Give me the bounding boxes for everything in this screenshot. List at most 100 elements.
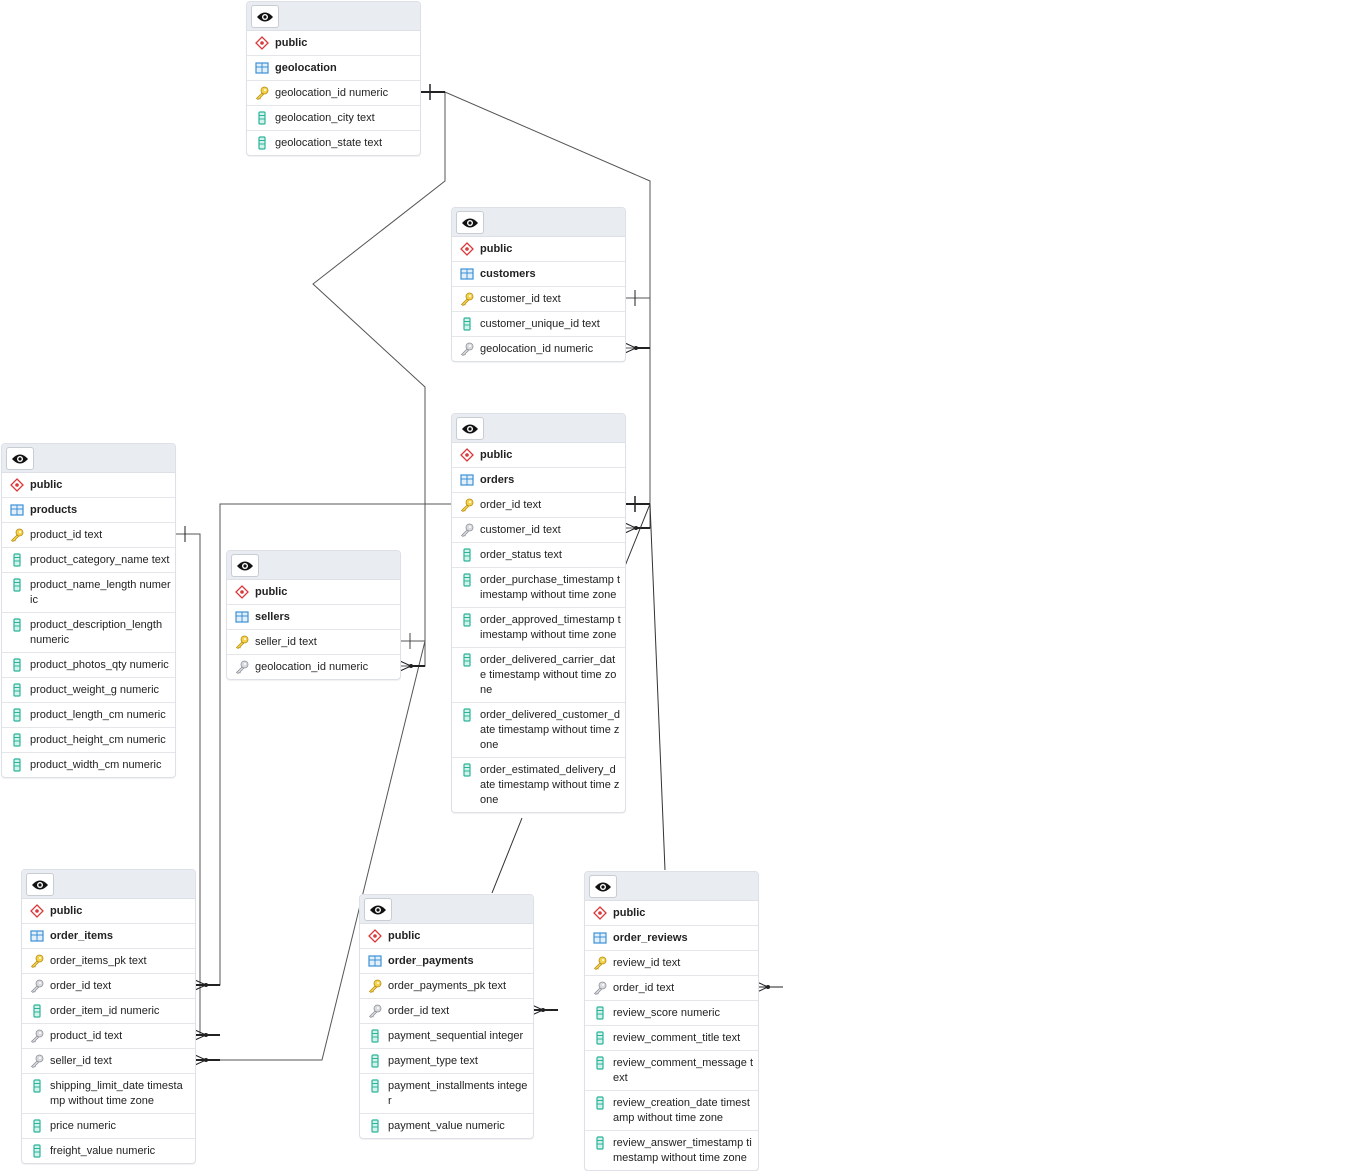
column-row[interactable]: geolocation_id numeric (227, 655, 400, 679)
schema-name[interactable]: public (22, 899, 195, 924)
eye-icon (594, 881, 612, 893)
column-row[interactable]: freight_value numeric (22, 1139, 195, 1163)
column-row[interactable]: order_items_pk text (22, 949, 195, 974)
column-row[interactable]: product_length_cm numeric (2, 703, 175, 728)
table-name[interactable]: orders (452, 468, 625, 493)
table-header[interactable] (22, 870, 195, 899)
column-row[interactable]: review_score numeric (585, 1001, 758, 1026)
column-row[interactable]: product_category_name text (2, 548, 175, 573)
table-orders[interactable]: public orders order_id text customer_id tex… (451, 413, 626, 813)
column-row[interactable]: order_item_id numeric (22, 999, 195, 1024)
column-row[interactable]: order_payments_pk text (360, 974, 533, 999)
column-row[interactable]: order_id text (585, 976, 758, 1001)
table-name[interactable]: order_items (22, 924, 195, 949)
table-order-reviews[interactable]: public order_reviews review_id text order_i… (584, 871, 759, 1171)
column-row[interactable]: order_delivered_customer_date timestamp … (452, 703, 625, 758)
column-row[interactable]: geolocation_state text (247, 131, 420, 155)
column-row[interactable]: product_id text (2, 523, 175, 548)
column-row-label: order_purchase_timestamp timestamp witho… (480, 574, 621, 601)
column-row[interactable]: payment_sequential integer (360, 1024, 533, 1049)
column-icon (10, 618, 24, 632)
table-sellers[interactable]: public sellers seller_id text geolocation_i… (226, 550, 401, 680)
toggle-visibility-button[interactable] (231, 554, 259, 577)
column-row[interactable]: product_photos_qty numeric (2, 653, 175, 678)
column-row[interactable]: product_name_length numeric (2, 573, 175, 613)
toggle-visibility-button[interactable] (456, 211, 484, 234)
column-row[interactable]: order_delivered_carrier_date timestamp w… (452, 648, 625, 703)
schema-name[interactable]: public (585, 901, 758, 926)
column-row[interactable]: product_description_length numeric (2, 613, 175, 653)
column-row[interactable]: review_comment_message text (585, 1051, 758, 1091)
table-header[interactable] (360, 895, 533, 924)
table-header[interactable] (585, 872, 758, 901)
column-row[interactable]: customer_id text (452, 518, 625, 543)
crowfoot-dot (634, 346, 638, 350)
schema-name[interactable]: public (360, 924, 533, 949)
column-icon (10, 708, 24, 722)
column-row[interactable]: review_comment_title text (585, 1026, 758, 1051)
column-row-label: product_length_cm numeric (30, 709, 166, 721)
column-row[interactable]: order_purchase_timestamp timestamp witho… (452, 568, 625, 608)
column-row-label: review_comment_title text (613, 1032, 741, 1044)
table-order-payments[interactable]: public order_payments order_payments_pk te… (359, 894, 534, 1139)
link-order-reviews-orders[interactable] (649, 503, 666, 871)
column-row[interactable]: review_id text (585, 951, 758, 976)
column-row[interactable]: shipping_limit_date timestamp without ti… (22, 1074, 195, 1114)
toggle-visibility-button[interactable] (251, 5, 279, 28)
schema-name[interactable]: public (247, 31, 420, 56)
column-row[interactable]: review_answer_timestamp timestamp withou… (585, 1131, 758, 1170)
table-products[interactable]: public products product_id text product_cat… (1, 443, 176, 778)
link-orders-customers[interactable] (625, 297, 651, 529)
schema-name[interactable]: public (452, 443, 625, 468)
table-geolocation[interactable]: public geolocation geolocation_id numeric g… (246, 1, 421, 156)
column-row[interactable]: customer_id text (452, 287, 625, 312)
column-row[interactable]: payment_value numeric (360, 1114, 533, 1138)
column-row[interactable]: order_estimated_delivery_date timestamp … (452, 758, 625, 812)
schema-name[interactable]: public (227, 580, 400, 605)
table-customers[interactable]: public customers customer_id text customer_… (451, 207, 626, 362)
column-row[interactable]: payment_installments integer (360, 1074, 533, 1114)
column-row-label: order_estimated_delivery_date timestamp … (480, 764, 620, 806)
toggle-visibility-button[interactable] (26, 873, 54, 896)
table-name[interactable]: order_payments (360, 949, 533, 974)
column-row[interactable]: order_id text (22, 974, 195, 999)
foreign-key-icon (460, 523, 474, 537)
column-row[interactable]: order_id text (360, 999, 533, 1024)
schema-name[interactable]: public (452, 237, 625, 262)
table-order-items[interactable]: public order_items order_items_pk text orde… (21, 869, 196, 1164)
table-name[interactable]: customers (452, 262, 625, 287)
column-row[interactable]: order_approved_timestamp timestamp witho… (452, 608, 625, 648)
column-row[interactable]: product_height_cm numeric (2, 728, 175, 753)
table-header[interactable] (247, 2, 420, 31)
table-header[interactable] (452, 414, 625, 443)
column-row[interactable]: order_id text (452, 493, 625, 518)
column-row[interactable]: geolocation_city text (247, 106, 420, 131)
crowfoot-dot (541, 1008, 545, 1012)
column-row[interactable]: customer_unique_id text (452, 312, 625, 337)
table-name[interactable]: order_reviews (585, 926, 758, 951)
column-row[interactable]: payment_type text (360, 1049, 533, 1074)
toggle-visibility-button[interactable] (364, 898, 392, 921)
column-row-label: product_id text (30, 529, 103, 541)
column-row-label: order_id text (388, 1005, 450, 1017)
table-header[interactable] (227, 551, 400, 580)
column-row[interactable]: price numeric (22, 1114, 195, 1139)
toggle-visibility-button[interactable] (6, 447, 34, 470)
column-row[interactable]: seller_id text (227, 630, 400, 655)
column-row[interactable]: product_id text (22, 1024, 195, 1049)
toggle-visibility-button[interactable] (456, 417, 484, 440)
table-header[interactable] (452, 208, 625, 237)
table-name[interactable]: products (2, 498, 175, 523)
table-name[interactable]: geolocation (247, 56, 420, 81)
toggle-visibility-button[interactable] (589, 875, 617, 898)
table-header[interactable] (2, 444, 175, 473)
column-row[interactable]: order_status text (452, 543, 625, 568)
column-row[interactable]: geolocation_id numeric (247, 81, 420, 106)
column-row[interactable]: product_width_cm numeric (2, 753, 175, 777)
column-row[interactable]: seller_id text (22, 1049, 195, 1074)
column-row[interactable]: geolocation_id numeric (452, 337, 625, 361)
table-name[interactable]: sellers (227, 605, 400, 630)
column-row[interactable]: product_weight_g numeric (2, 678, 175, 703)
schema-name[interactable]: public (2, 473, 175, 498)
column-row[interactable]: review_creation_date timestamp without t… (585, 1091, 758, 1131)
